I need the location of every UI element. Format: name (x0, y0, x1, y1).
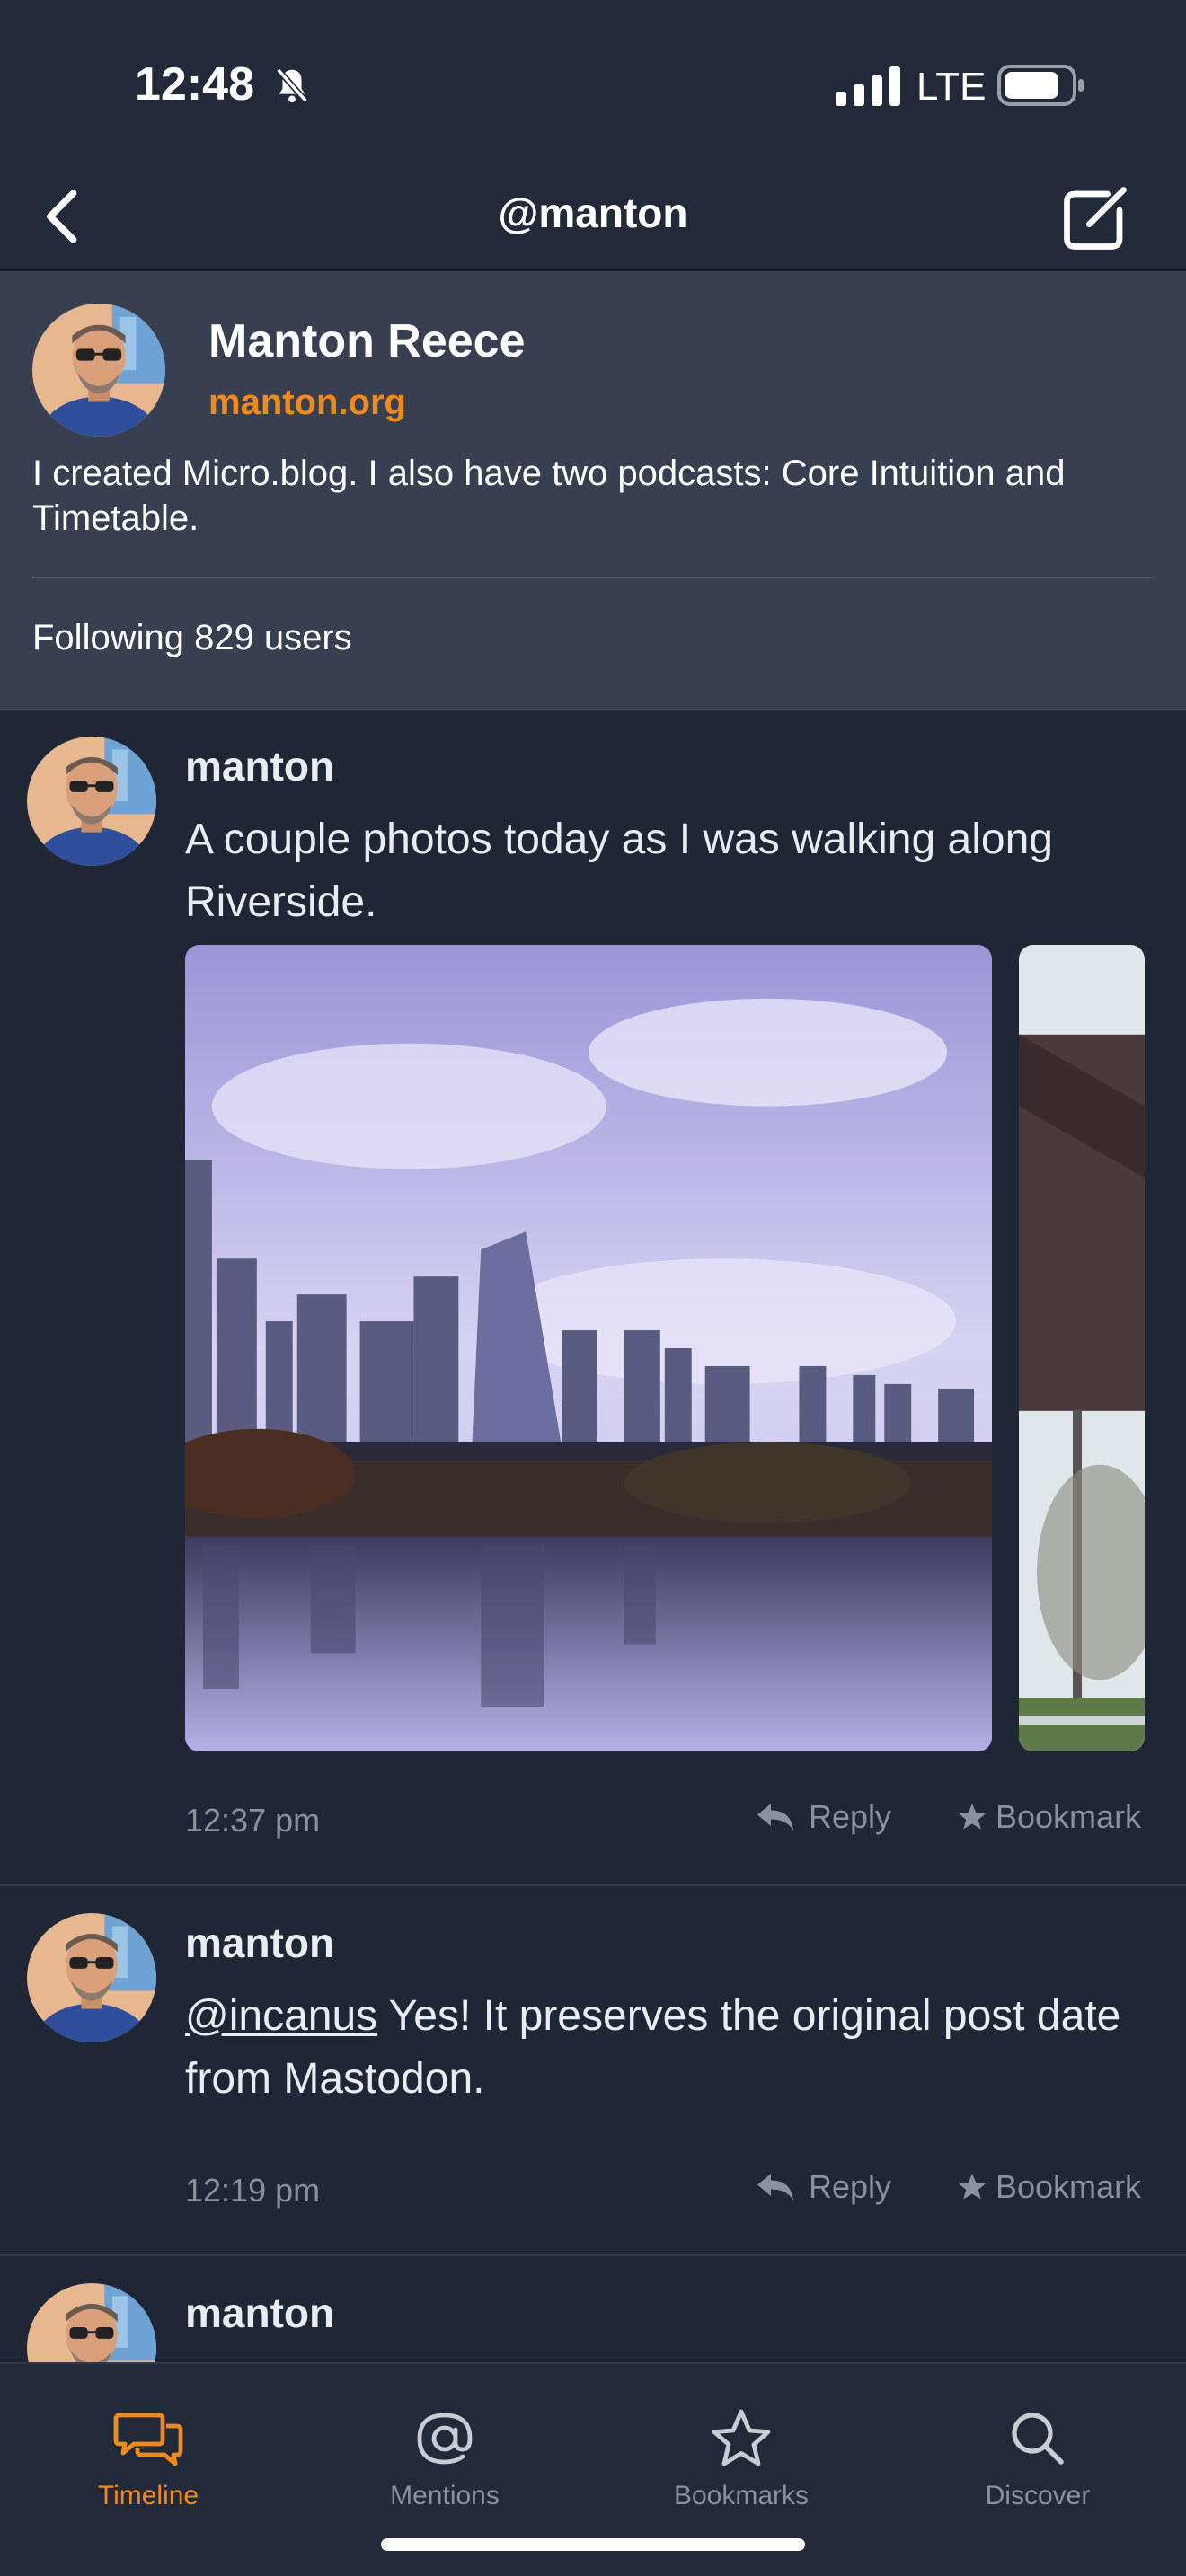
star-icon (712, 2409, 771, 2466)
battery-icon (997, 65, 1084, 106)
avatar[interactable] (27, 1913, 156, 2042)
avatar[interactable] (32, 304, 165, 437)
reply-icon (757, 2174, 793, 2201)
bell-slash-icon (276, 67, 308, 103)
following-count[interactable]: Following 829 users (32, 618, 352, 658)
reply-button[interactable]: Reply (753, 1798, 891, 1836)
compose-button[interactable] (1055, 178, 1136, 259)
reply-label: Reply (809, 1798, 892, 1835)
tab-label: Discover (985, 2481, 1091, 2510)
profile-name: Manton Reece (208, 315, 526, 367)
bookmark-button[interactable]: Bookmark (956, 2168, 1141, 2206)
bookmark-button[interactable]: Bookmark (956, 1798, 1141, 1836)
tab-mentions[interactable]: Mentions (296, 2364, 593, 2544)
tab-label: Bookmarks (673, 2481, 810, 2510)
post-timestamp[interactable]: 12:37 pm (185, 1802, 320, 1839)
post-text: A couple photos today as I was walking a… (185, 816, 1053, 926)
post-author[interactable]: manton (185, 1919, 334, 1967)
tab-timeline[interactable]: Timeline (0, 2364, 296, 2544)
photo-skyline[interactable] (185, 945, 992, 1751)
nav-bar: @manton (0, 162, 1186, 271)
profile-bio: I created Micro.blog. I also have two po… (32, 454, 1066, 538)
avatar[interactable] (27, 737, 156, 866)
home-indicator[interactable] (381, 2538, 805, 2551)
post[interactable]: manton A couple photos today as I was wa… (0, 710, 1186, 1886)
post-text: @incanus Yes! It preserves the original … (185, 1985, 1155, 2111)
reply-icon (757, 1804, 793, 1831)
post-author[interactable]: manton (185, 2289, 334, 2337)
reply-button[interactable]: Reply (753, 2168, 891, 2206)
tab-discover[interactable]: Discover (890, 2364, 1186, 2544)
reply-label: Reply (809, 2168, 892, 2205)
star-icon (959, 1804, 986, 1830)
post-author[interactable]: manton (185, 742, 334, 790)
post[interactable]: manton @incanus Yes! It preserves the or… (0, 1886, 1186, 2256)
at-icon (417, 2413, 473, 2465)
tab-label: Mentions (390, 2481, 500, 2510)
bookmark-label: Bookmark (996, 2168, 1142, 2205)
status-time: 12:48 (135, 58, 254, 110)
divider (32, 577, 1154, 578)
page-title: @manton (498, 190, 688, 236)
star-icon (959, 2174, 986, 2200)
status-bar: 12:48 LTE (0, 0, 1186, 162)
mention-link[interactable]: @incanus (185, 1992, 377, 2040)
search-icon (1012, 2413, 1064, 2465)
chat-bubbles-icon (113, 2413, 183, 2466)
signal-icon (836, 66, 900, 106)
tab-label: Timeline (97, 2481, 199, 2510)
profile-header: Manton Reece manton.org I created Micro.… (0, 271, 1186, 710)
network-label: LTE (916, 65, 987, 109)
photo-bridge[interactable] (1019, 945, 1145, 1751)
bookmark-label: Bookmark (996, 1798, 1142, 1835)
tab-bookmarks[interactable]: Bookmarks (593, 2364, 890, 2544)
profile-url-link[interactable]: manton.org (208, 383, 406, 423)
post-timestamp[interactable]: 12:19 pm (185, 2172, 320, 2210)
back-button[interactable] (27, 178, 104, 255)
